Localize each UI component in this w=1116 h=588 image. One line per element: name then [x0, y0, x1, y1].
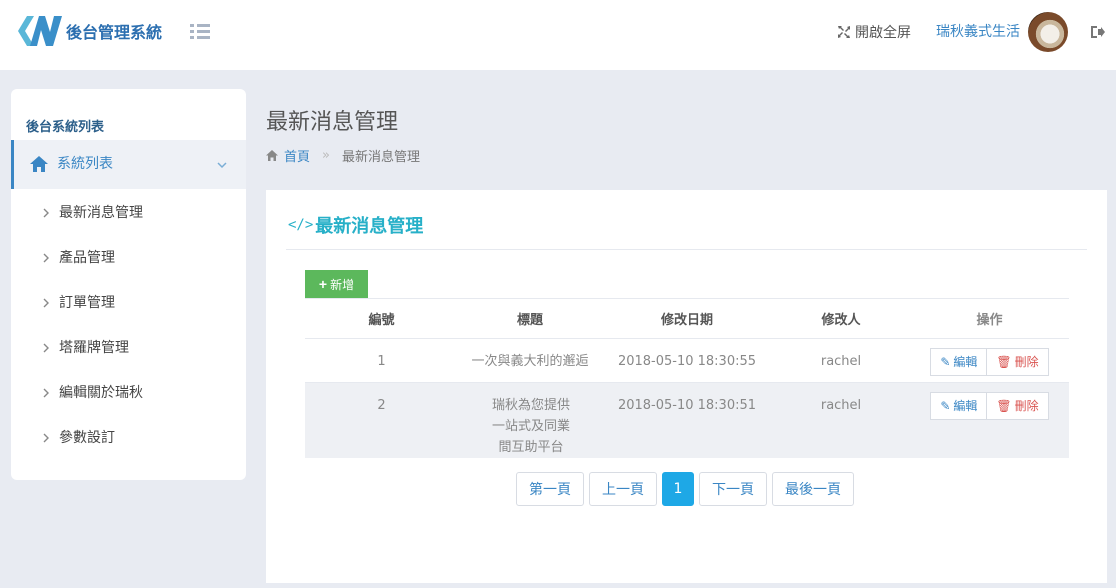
sidebar-group-label: 系統列表 — [57, 156, 113, 172]
menu-toggle-icon[interactable] — [190, 24, 210, 40]
column-header: 編號 — [368, 313, 395, 328]
breadcrumb-current: 最新消息管理 — [341, 150, 420, 165]
sidebar-item-label: 塔羅牌管理 — [59, 340, 129, 356]
sidebar-item-about[interactable]: 編輯關於瑞秋 — [11, 370, 246, 415]
cell-id: 2 — [377, 398, 386, 413]
card-title-text: 最新消息管理 — [315, 216, 424, 237]
fullscreen-label: 開啟全屏 — [855, 25, 911, 41]
avatar[interactable] — [1028, 12, 1068, 52]
fullscreen-button[interactable]: 開啟全屏 — [838, 22, 911, 42]
sidebar-item-news[interactable]: 最新消息管理 — [11, 190, 246, 235]
edit-icon: ✎ — [940, 355, 951, 369]
add-button-label: 新增 — [330, 277, 355, 292]
trash-icon: 🗑 — [996, 399, 1012, 413]
sidebar-title: 後台系統列表 — [26, 120, 105, 135]
chevron-right-icon — [42, 207, 50, 219]
cell-title: 一次與義大利的邂逅 — [471, 354, 589, 369]
page-number-button[interactable]: 1 — [662, 472, 694, 506]
sidebar-item-products[interactable]: 產品管理 — [11, 235, 246, 280]
page-last-button[interactable]: 最後一頁 — [772, 472, 854, 506]
top-bar: 後台管理系統 開啟全屏 瑞秋義式生活 — [0, 0, 1116, 70]
column-header: 標題 — [516, 313, 543, 328]
logo-mark-icon — [18, 16, 62, 46]
breadcrumb: 首頁 » 最新消息管理 — [266, 146, 420, 165]
username-link[interactable]: 瑞秋義式生活 — [936, 22, 1020, 42]
content-card: </> 最新消息管理 + 新增 編號 標題 修改日期 修改人 操作 1 一次與義… — [266, 190, 1107, 583]
logo[interactable]: 後台管理系統 — [18, 14, 162, 48]
delete-button[interactable]: 🗑 刪除 — [986, 392, 1049, 420]
chevron-right-icon — [42, 297, 50, 309]
page-first-button[interactable]: 第一頁 — [516, 472, 584, 506]
sidebar-item-label: 最新消息管理 — [59, 205, 143, 221]
cell-actions: ✎ 編輯 🗑 刪除 — [910, 383, 1069, 459]
chevron-down-icon — [217, 159, 227, 169]
news-table: 編號 標題 修改日期 修改人 操作 1 一次與義大利的邂逅 2018-05-10… — [305, 298, 1069, 458]
table-row: 2 瑞秋為您提供一站式及同業間互助平台 2018-05-10 18:30:51 … — [305, 382, 1069, 459]
sidebar-item-label: 編輯關於瑞秋 — [59, 385, 143, 401]
logo-text: 後台管理系統 — [66, 23, 163, 42]
cell-actions: ✎ 編輯 🗑 刪除 — [910, 339, 1069, 383]
column-header: 修改日期 — [660, 313, 713, 328]
home-icon — [30, 156, 48, 172]
delete-label: 刪除 — [1014, 399, 1039, 413]
chevron-right-icon — [42, 252, 50, 264]
cell-editor: rachel — [820, 398, 862, 413]
logout-icon[interactable] — [1090, 24, 1106, 40]
action-group: ✎ 編輯 🗑 刪除 — [930, 392, 1049, 420]
sidebar-item-tarot[interactable]: 塔羅牌管理 — [11, 325, 246, 370]
card-title: </> 最新消息管理 — [288, 212, 423, 238]
cell-editor: rachel — [820, 354, 862, 369]
sidebar-item-label: 參數設訂 — [59, 430, 115, 446]
cell-date: 2018-05-10 18:30:55 — [617, 354, 757, 369]
sidebar-group-system-list[interactable]: 系統列表 — [11, 140, 246, 189]
code-icon: </> — [288, 217, 314, 233]
action-group: ✎ 編輯 🗑 刪除 — [930, 348, 1049, 376]
add-button[interactable]: + 新增 — [305, 270, 368, 298]
divider — [286, 249, 1087, 250]
home-icon — [266, 150, 278, 161]
plus-icon: + — [318, 276, 328, 292]
column-header: 修改人 — [821, 313, 861, 328]
breadcrumb-separator: » — [322, 148, 330, 163]
edit-button[interactable]: ✎ 編輯 — [930, 348, 987, 376]
edit-button[interactable]: ✎ 編輯 — [930, 392, 987, 420]
page-prev-button[interactable]: 上一頁 — [589, 472, 657, 506]
sidebar-item-orders[interactable]: 訂單管理 — [11, 280, 246, 325]
sidebar-item-label: 訂單管理 — [59, 295, 115, 311]
breadcrumb-home-link[interactable]: 首頁 — [284, 146, 310, 165]
chevron-right-icon — [42, 432, 50, 444]
cell-title: 瑞秋為您提供一站式及同業間互助平台 — [491, 398, 570, 455]
sidebar: 後台系統列表 系統列表 最新消息管理 產品管理 訂單管理 塔羅牌管理 編輯關於瑞… — [11, 89, 246, 480]
delete-label: 刪除 — [1014, 355, 1039, 369]
edit-icon: ✎ — [940, 399, 951, 413]
trash-icon: 🗑 — [996, 355, 1012, 369]
edit-label: 編輯 — [953, 355, 978, 369]
chevron-right-icon — [42, 342, 50, 354]
chevron-right-icon — [42, 387, 50, 399]
edit-label: 編輯 — [953, 399, 978, 413]
cell-date: 2018-05-10 18:30:51 — [617, 398, 757, 413]
expand-icon — [838, 26, 850, 38]
sidebar-item-settings[interactable]: 參數設訂 — [11, 415, 246, 460]
cell-id: 1 — [377, 354, 386, 369]
sidebar-item-label: 產品管理 — [59, 250, 115, 266]
delete-button[interactable]: 🗑 刪除 — [986, 348, 1049, 376]
table-row: 1 一次與義大利的邂逅 2018-05-10 18:30:55 rachel ✎… — [305, 338, 1069, 383]
page-next-button[interactable]: 下一頁 — [699, 472, 767, 506]
pagination: 第一頁 上一頁 1 下一頁 最後一頁 — [516, 472, 859, 506]
page-title: 最新消息管理 — [266, 110, 399, 135]
column-header: 操作 — [976, 313, 1003, 328]
table-header-row: 編號 標題 修改日期 修改人 操作 — [305, 298, 1069, 339]
